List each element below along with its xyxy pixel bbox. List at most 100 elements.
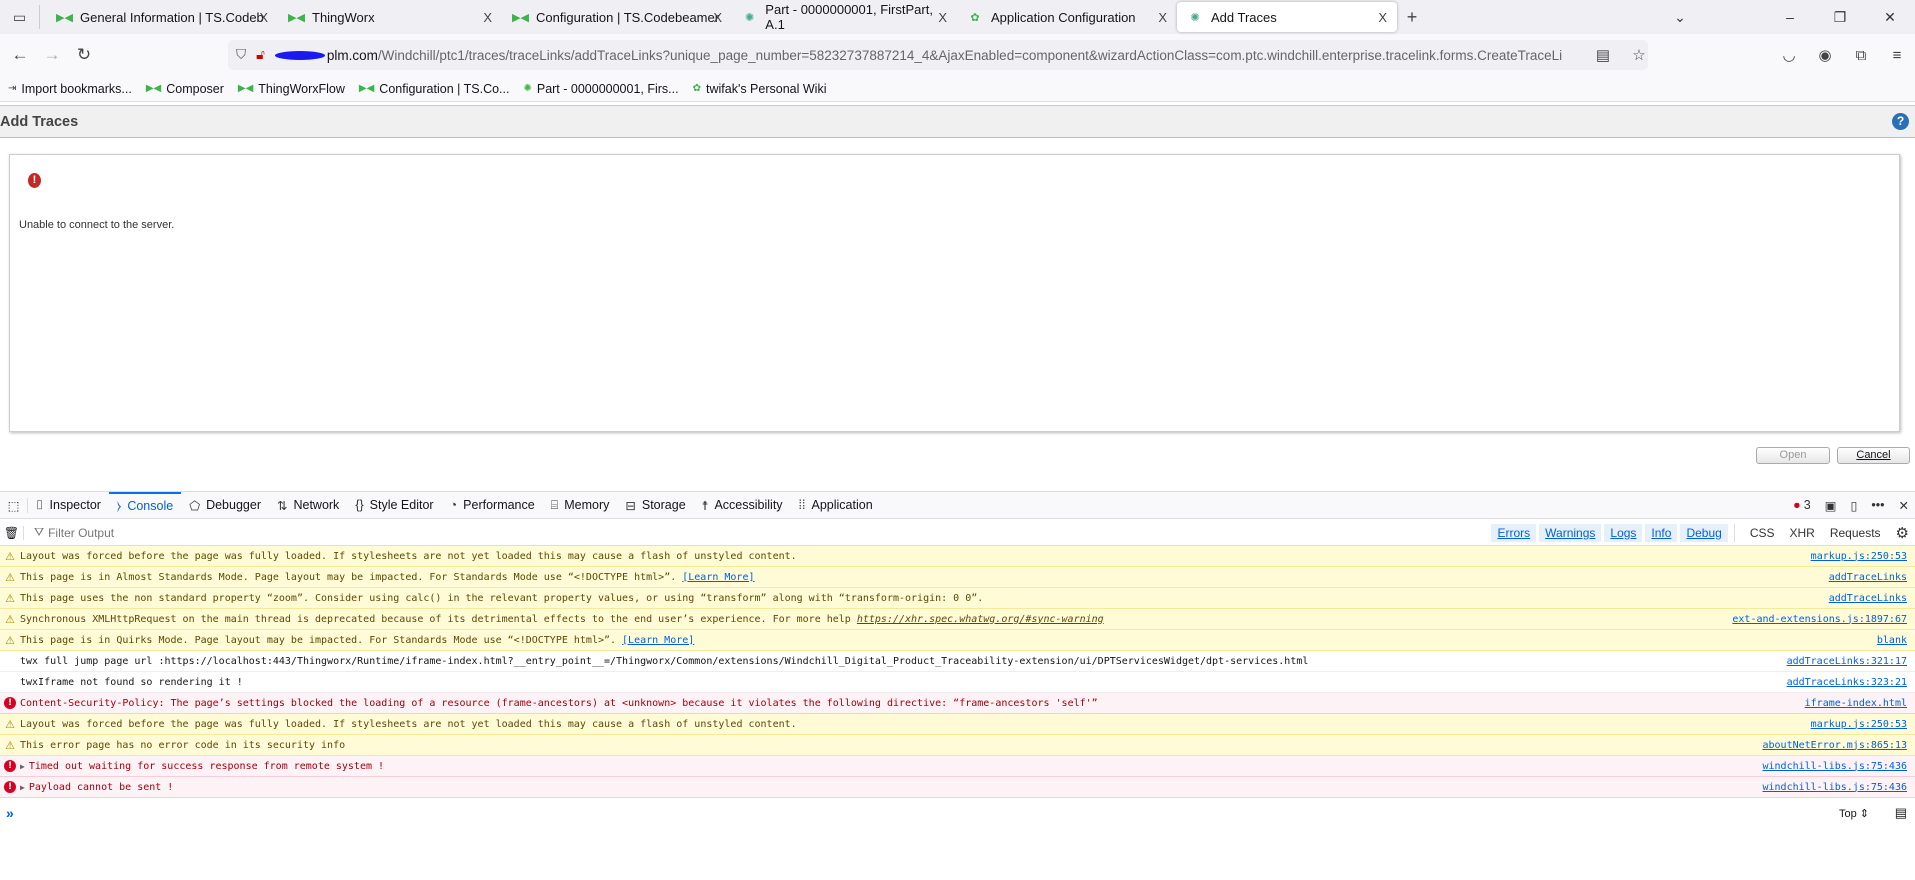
devtools-tab-storage[interactable]: ⊟ Storage: [617, 492, 693, 519]
console-input-prompt[interactable]: »: [6, 805, 14, 821]
message-source-link[interactable]: markup.js:250:53: [1802, 718, 1907, 730]
tab-6[interactable]: ✺ Add Traces X: [1177, 2, 1397, 32]
warning-icon: ⚠: [5, 634, 15, 647]
message-source-link[interactable]: aboutNetError.mjs:865:13: [1754, 739, 1907, 751]
restore-icon[interactable]: ❐: [1815, 9, 1865, 26]
message-source-link[interactable]: windchill-libs.js:75:436: [1754, 781, 1907, 793]
message-source-link[interactable]: blank: [1868, 634, 1907, 646]
devtools-tab-accessibility[interactable]: ☨ Accessibility: [694, 492, 791, 519]
bookmark-item[interactable]: ▶◀ Composer: [146, 82, 224, 96]
tab-list-icon[interactable]: ▭: [0, 5, 40, 29]
split-console-icon[interactable]: ▣: [1825, 498, 1837, 513]
tab-close-icon[interactable]: X: [259, 10, 268, 25]
bookmark-item[interactable]: ✿ twifak's Personal Wiki: [693, 82, 827, 96]
filter-xhr[interactable]: XHR: [1784, 524, 1821, 542]
message-source-link[interactable]: addTraceLinks: [1820, 592, 1907, 604]
filter-errors[interactable]: Errors: [1491, 523, 1537, 542]
url-bar[interactable]: ⛉ 🔓︎ plm.com /Windchill/ptc1/traces/trac…: [228, 40, 1648, 70]
extensions-icon[interactable]: ⧉: [1843, 47, 1879, 64]
tab-4[interactable]: ✺ Part - 0000000001, FirstPart, A.1 X: [732, 2, 957, 32]
message-link[interactable]: https://xhr.spec.whatwg.org/#sync-warnin…: [857, 614, 1104, 625]
bookmark-item[interactable]: ▶◀ Configuration | TS.Co...: [359, 82, 510, 96]
storage-icon: ⊟: [625, 498, 636, 513]
devtools-tab-debugger[interactable]: ⬠ Debugger: [181, 492, 269, 519]
devtools-tab-style-editor[interactable]: {} Style Editor: [347, 492, 441, 519]
minimize-icon[interactable]: –: [1765, 9, 1815, 25]
bookmark-item[interactable]: ✺ Part - 0000000001, Firs...: [523, 82, 678, 96]
tab-close-icon[interactable]: X: [1158, 10, 1167, 25]
filter-output-input[interactable]: Filter Output: [48, 526, 114, 540]
bookmark-item[interactable]: ⇥ Import bookmarks...: [8, 82, 132, 96]
editor-mode-icon[interactable]: ▤: [1895, 805, 1907, 821]
console-settings-icon[interactable]: ⚙: [1890, 522, 1915, 544]
clear-console-icon[interactable]: 🗑︎: [0, 525, 24, 540]
menu-icon[interactable]: ≡: [1879, 47, 1915, 64]
message-source-link[interactable]: iframe-index.html: [1796, 697, 1907, 709]
back-icon[interactable]: ←: [4, 45, 36, 65]
warning-icon: ⚠: [5, 550, 15, 563]
filter-debug[interactable]: Debug: [1680, 523, 1728, 542]
bookmark-star-icon[interactable]: ☆: [1621, 46, 1657, 64]
context-selector[interactable]: Top ⇕: [1839, 807, 1869, 820]
message-source-link[interactable]: ext-and-extensions.js:1897:67: [1724, 613, 1907, 625]
error-count-icon[interactable]: ●: [1793, 498, 1801, 512]
tab-close-icon[interactable]: X: [483, 10, 492, 25]
message-source-link[interactable]: addTraceLinks: [1820, 571, 1907, 583]
tab-1[interactable]: ▶◀ General Information | TS.Codeb X: [46, 2, 278, 32]
expand-arrow-icon[interactable]: ▶: [20, 762, 25, 771]
tab-close-icon[interactable]: X: [1378, 10, 1387, 25]
open-button[interactable]: Open: [1756, 447, 1830, 464]
message-source-link[interactable]: markup.js:250:53: [1802, 550, 1907, 562]
devtools-tab-performance[interactable]: ◔ Performance: [442, 492, 543, 519]
devtools-tab-label: Storage: [641, 498, 686, 512]
message-text: Synchronous XMLHttpRequest on the main t…: [20, 613, 851, 625]
redacted-host: [274, 50, 325, 60]
devtools-tab-network[interactable]: ⇅ Network: [269, 492, 347, 519]
pocket-icon[interactable]: ◡: [1771, 46, 1807, 64]
devtools-tab-memory[interactable]: ⌸ Memory: [543, 492, 618, 519]
devtools-tab-application[interactable]: ⁞⁞ Application: [791, 492, 881, 519]
devtools-tab-console[interactable]: ⧽ Console: [108, 491, 182, 519]
message-link[interactable]: [Learn More]: [682, 572, 754, 583]
cancel-button[interactable]: Cancel: [1837, 447, 1910, 464]
message-source-link[interactable]: addTraceLinks:323:21: [1779, 677, 1907, 688]
tab-2[interactable]: ▶◀ ThingWorx X: [278, 2, 502, 32]
filter-warnings[interactable]: Warnings: [1539, 523, 1602, 542]
close-devtools-icon[interactable]: ✕: [1899, 498, 1909, 513]
responsive-design-icon[interactable]: ▯: [1850, 498, 1857, 513]
error-icon: !: [4, 781, 16, 793]
filter-info[interactable]: Info: [1645, 523, 1678, 542]
message-text: This page uses the non standard property…: [20, 592, 984, 604]
filter-requests[interactable]: Requests: [1824, 524, 1887, 542]
bookmark-item[interactable]: ▶◀ ThingWorxFlow: [238, 82, 345, 96]
console-message: ! Content-Security-Policy: The page’s set…: [0, 693, 1915, 714]
message-source-link[interactable]: windchill-libs.js:75:436: [1754, 760, 1907, 772]
account-icon[interactable]: ◉: [1807, 46, 1843, 64]
help-icon[interactable]: ?: [1892, 113, 1909, 130]
filter-logs[interactable]: Logs: [1604, 523, 1643, 542]
tab-3[interactable]: ▶◀ Configuration | TS.Codebeamer X: [502, 2, 732, 32]
thingworx-icon: ▶◀: [288, 11, 305, 24]
filter-css[interactable]: CSS: [1744, 524, 1781, 542]
tab-close-icon[interactable]: X: [713, 10, 722, 25]
element-picker-icon[interactable]: ⬚: [0, 497, 28, 513]
tab-close-icon[interactable]: X: [938, 10, 947, 25]
forward-icon[interactable]: →: [36, 45, 68, 65]
message-source-link[interactable]: addTraceLinks:321:17: [1779, 656, 1907, 667]
warning-icon: ⚠: [5, 718, 15, 731]
windchill-icon: ✺: [1190, 11, 1200, 24]
message-link[interactable]: [Learn More]: [622, 635, 694, 646]
list-all-tabs-icon[interactable]: ⌄: [1655, 9, 1705, 26]
reload-icon[interactable]: ↻: [68, 45, 100, 65]
error-count[interactable]: 3: [1804, 498, 1811, 512]
devtools-tab-inspector[interactable]: ⌷ Inspector: [28, 492, 109, 519]
shield-icon[interactable]: ⛉: [236, 47, 246, 63]
more-options-icon[interactable]: •••: [1871, 498, 1884, 512]
devtools-tab-label: Accessibility: [714, 498, 783, 512]
close-window-icon[interactable]: ✕: [1865, 9, 1915, 26]
insecure-lock-icon[interactable]: 🔓︎: [256, 47, 265, 63]
new-tab-button[interactable]: +: [1397, 7, 1427, 28]
reader-view-icon[interactable]: ▤: [1585, 46, 1621, 64]
tab-5[interactable]: ✿ Application Configuration X: [957, 2, 1177, 32]
expand-arrow-icon[interactable]: ▶: [20, 783, 25, 792]
